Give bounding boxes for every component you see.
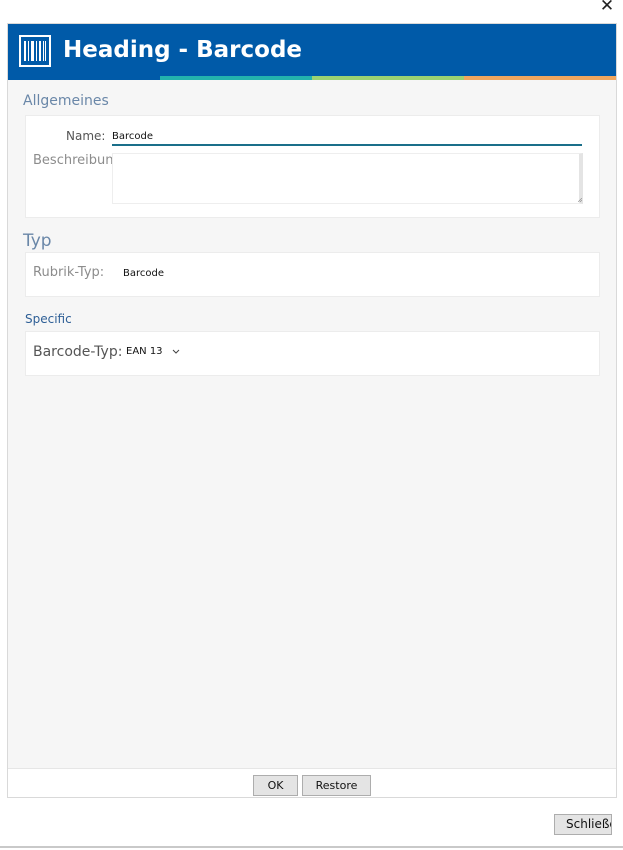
accent-stripe: [312, 76, 464, 80]
rubric-type-label: Rubrik-Typ:: [33, 265, 105, 280]
section-title-general: Allgemeines: [23, 93, 109, 109]
accent-stripe: [160, 76, 312, 80]
chevron-down-icon: [172, 349, 180, 354]
ok-button[interactable]: OK: [253, 775, 298, 796]
window-close-icon[interactable]: ✕: [596, 0, 618, 15]
accent-stripe: [8, 76, 160, 80]
resize-grip-icon[interactable]: [578, 198, 582, 202]
accent-stripe: [464, 76, 616, 80]
rubric-type-value: Barcode: [123, 268, 164, 279]
restore-button[interactable]: Restore: [302, 775, 371, 796]
section-title-specific: Specific: [25, 312, 72, 326]
barcode-type-label: Barcode-Typ:: [33, 344, 123, 360]
type-panel: [25, 252, 600, 297]
dialog-title: Heading - Barcode: [63, 37, 303, 63]
section-title-type: Typ: [23, 231, 52, 251]
name-input[interactable]: [112, 127, 582, 146]
description-textarea[interactable]: [112, 153, 583, 204]
barcode-type-value: EAN 13: [126, 346, 163, 357]
dialog-header: Heading - Barcode: [8, 24, 616, 76]
window-bottom-border: [0, 846, 623, 848]
barcode-icon: [19, 35, 51, 67]
barcode-type-select[interactable]: EAN 13: [124, 343, 186, 361]
name-label: Name:: [66, 129, 106, 143]
close-button[interactable]: Schließen: [554, 814, 612, 835]
